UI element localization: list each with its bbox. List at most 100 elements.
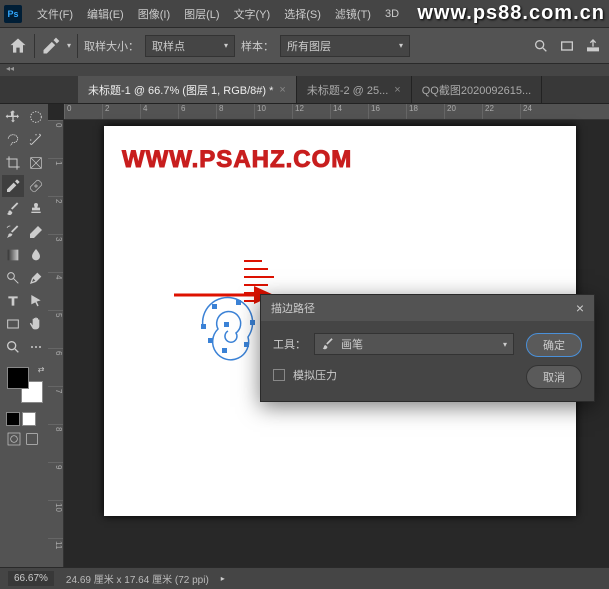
menu-select[interactable]: 选择(S): [277, 3, 328, 25]
gradient-tool[interactable]: [2, 244, 24, 266]
ruler-tick: 18: [406, 104, 444, 119]
ruler-tick: 6: [48, 348, 63, 386]
eyedropper-tool[interactable]: [2, 175, 24, 197]
ruler-tick: 8: [48, 424, 63, 462]
close-icon[interactable]: ×: [394, 84, 400, 96]
ruler-tick: 9: [48, 462, 63, 500]
healing-tool[interactable]: [25, 175, 47, 197]
ruler-tick: 10: [48, 500, 63, 538]
ruler-tick: 4: [140, 104, 178, 119]
ruler-tick: 14: [330, 104, 368, 119]
close-icon[interactable]: ×: [279, 84, 285, 96]
tab-doc-3[interactable]: QQ截图2020092615...: [412, 76, 542, 103]
chevron-down-icon: ▾: [503, 340, 507, 349]
screen-mode-icon[interactable]: [559, 38, 575, 54]
spiral-path[interactable]: [188, 292, 268, 362]
ruler-tick: 0: [48, 120, 63, 158]
more-tools[interactable]: [25, 336, 47, 358]
ruler-tick: 24: [520, 104, 558, 119]
screen-mode-toggle-icon[interactable]: [24, 431, 40, 447]
eraser-tool[interactable]: [25, 221, 47, 243]
chevron-down-icon: ▾: [224, 41, 228, 50]
main-area: ⇄ 024681012141618202224 01234567891011 W…: [0, 104, 609, 567]
stroke-path-dialog: 描边路径 × 工具： 画笔 ▾: [260, 294, 595, 402]
blur-tool[interactable]: [25, 244, 47, 266]
menu-edit[interactable]: 编辑(E): [80, 3, 131, 25]
dialog-titlebar[interactable]: 描边路径 ×: [261, 295, 594, 321]
ruler-tick: 16: [368, 104, 406, 119]
ruler-tick: 4: [48, 272, 63, 310]
tab-label: QQ截图2020092615...: [422, 82, 531, 98]
ruler-tick: 6: [178, 104, 216, 119]
marquee-tool[interactable]: [25, 106, 47, 128]
sample-label: 样本：: [241, 38, 274, 54]
tool-label: 工具：: [273, 336, 306, 352]
magic-wand-tool[interactable]: [25, 129, 47, 151]
ruler-horizontal[interactable]: 024681012141618202224: [64, 104, 609, 120]
tab-label: 未标题-1 @ 66.7% (图层 1, RGB/8#) *: [88, 82, 273, 98]
frame-tool[interactable]: [25, 152, 47, 174]
swap-colors-icon[interactable]: ⇄: [38, 365, 45, 374]
hand-tool[interactable]: [25, 313, 47, 335]
crop-tool[interactable]: [2, 152, 24, 174]
lasso-tool[interactable]: [2, 129, 24, 151]
chevron-down-icon: ▾: [399, 41, 403, 50]
move-tool[interactable]: [2, 106, 24, 128]
eyedropper-tool-icon[interactable]: [41, 36, 61, 56]
zoom-tool[interactable]: [2, 336, 24, 358]
option-bar: ▾ 取样大小： 取样点 ▾ 样本： 所有图层 ▾: [0, 28, 609, 64]
default-colors-bg: [22, 412, 36, 426]
tool-panel: ⇄: [0, 104, 48, 567]
ruler-tick: 7: [48, 386, 63, 424]
rectangle-tool[interactable]: [2, 313, 24, 335]
ruler-tick: 10: [254, 104, 292, 119]
foreground-color-swatch[interactable]: [7, 367, 29, 389]
tool-chevron-icon[interactable]: ▾: [67, 41, 71, 50]
ruler-vertical[interactable]: 01234567891011: [48, 120, 64, 567]
menu-file[interactable]: 文件(F): [30, 3, 80, 25]
tab-label: 未标题-2 @ 25...: [307, 82, 388, 98]
ruler-tick: 2: [102, 104, 140, 119]
history-brush-tool[interactable]: [2, 221, 24, 243]
ps-logo: Ps: [4, 5, 22, 23]
tool-select[interactable]: 画笔 ▾: [314, 333, 514, 355]
sample-size-select[interactable]: 取样点 ▾: [145, 35, 235, 57]
menu-bar: Ps 文件(F) 编辑(E) 图像(I) 图层(L) 文字(Y) 选择(S) 滤…: [0, 0, 609, 28]
status-bar: 66.67% 24.69 厘米 x 17.64 厘米 (72 ppi) ▸: [0, 567, 609, 589]
search-icon[interactable]: [533, 38, 549, 54]
share-icon[interactable]: [585, 38, 601, 54]
pressure-label: 模拟压力: [293, 367, 337, 383]
quick-mask-icon[interactable]: [6, 431, 22, 447]
path-select-tool[interactable]: [25, 290, 47, 312]
ok-button[interactable]: 确定: [526, 333, 582, 357]
canvas-watermark-text: WWW.PSAHZ.COM: [122, 146, 352, 174]
canvas-area: 024681012141618202224 01234567891011 WWW…: [48, 104, 609, 567]
sample-select[interactable]: 所有图层 ▾: [280, 35, 410, 57]
ruler-tick: 8: [216, 104, 254, 119]
tool-value: 画笔: [341, 336, 363, 352]
ruler-tick: 2: [48, 196, 63, 234]
menu-layer[interactable]: 图层(L): [177, 3, 226, 25]
ruler-tick: 5: [48, 310, 63, 348]
brush-icon: [321, 337, 335, 351]
panel-collapse-icon[interactable]: ◂◂: [0, 64, 609, 76]
color-swatches[interactable]: ⇄: [7, 367, 43, 403]
home-icon[interactable]: [8, 36, 28, 56]
menu-text[interactable]: 文字(Y): [227, 3, 278, 25]
cancel-button[interactable]: 取消: [526, 365, 582, 389]
pressure-checkbox[interactable]: [273, 369, 285, 381]
pen-tool[interactable]: [25, 267, 47, 289]
stamp-tool[interactable]: [25, 198, 47, 220]
type-tool[interactable]: [2, 290, 24, 312]
tab-doc-2[interactable]: 未标题-2 @ 25... ×: [297, 76, 412, 103]
menu-filter[interactable]: 滤镜(T): [328, 3, 378, 25]
brush-tool[interactable]: [2, 198, 24, 220]
default-colors-icon[interactable]: [6, 412, 20, 426]
menu-image[interactable]: 图像(I): [131, 3, 177, 25]
document-tabs: 未标题-1 @ 66.7% (图层 1, RGB/8#) * × 未标题-2 @…: [0, 76, 609, 104]
menu-3d[interactable]: 3D: [378, 5, 406, 23]
close-icon[interactable]: ×: [576, 300, 584, 316]
sample-value: 所有图层: [287, 38, 331, 54]
tab-doc-1[interactable]: 未标题-1 @ 66.7% (图层 1, RGB/8#) * ×: [78, 76, 297, 103]
dodge-tool[interactable]: [2, 267, 24, 289]
